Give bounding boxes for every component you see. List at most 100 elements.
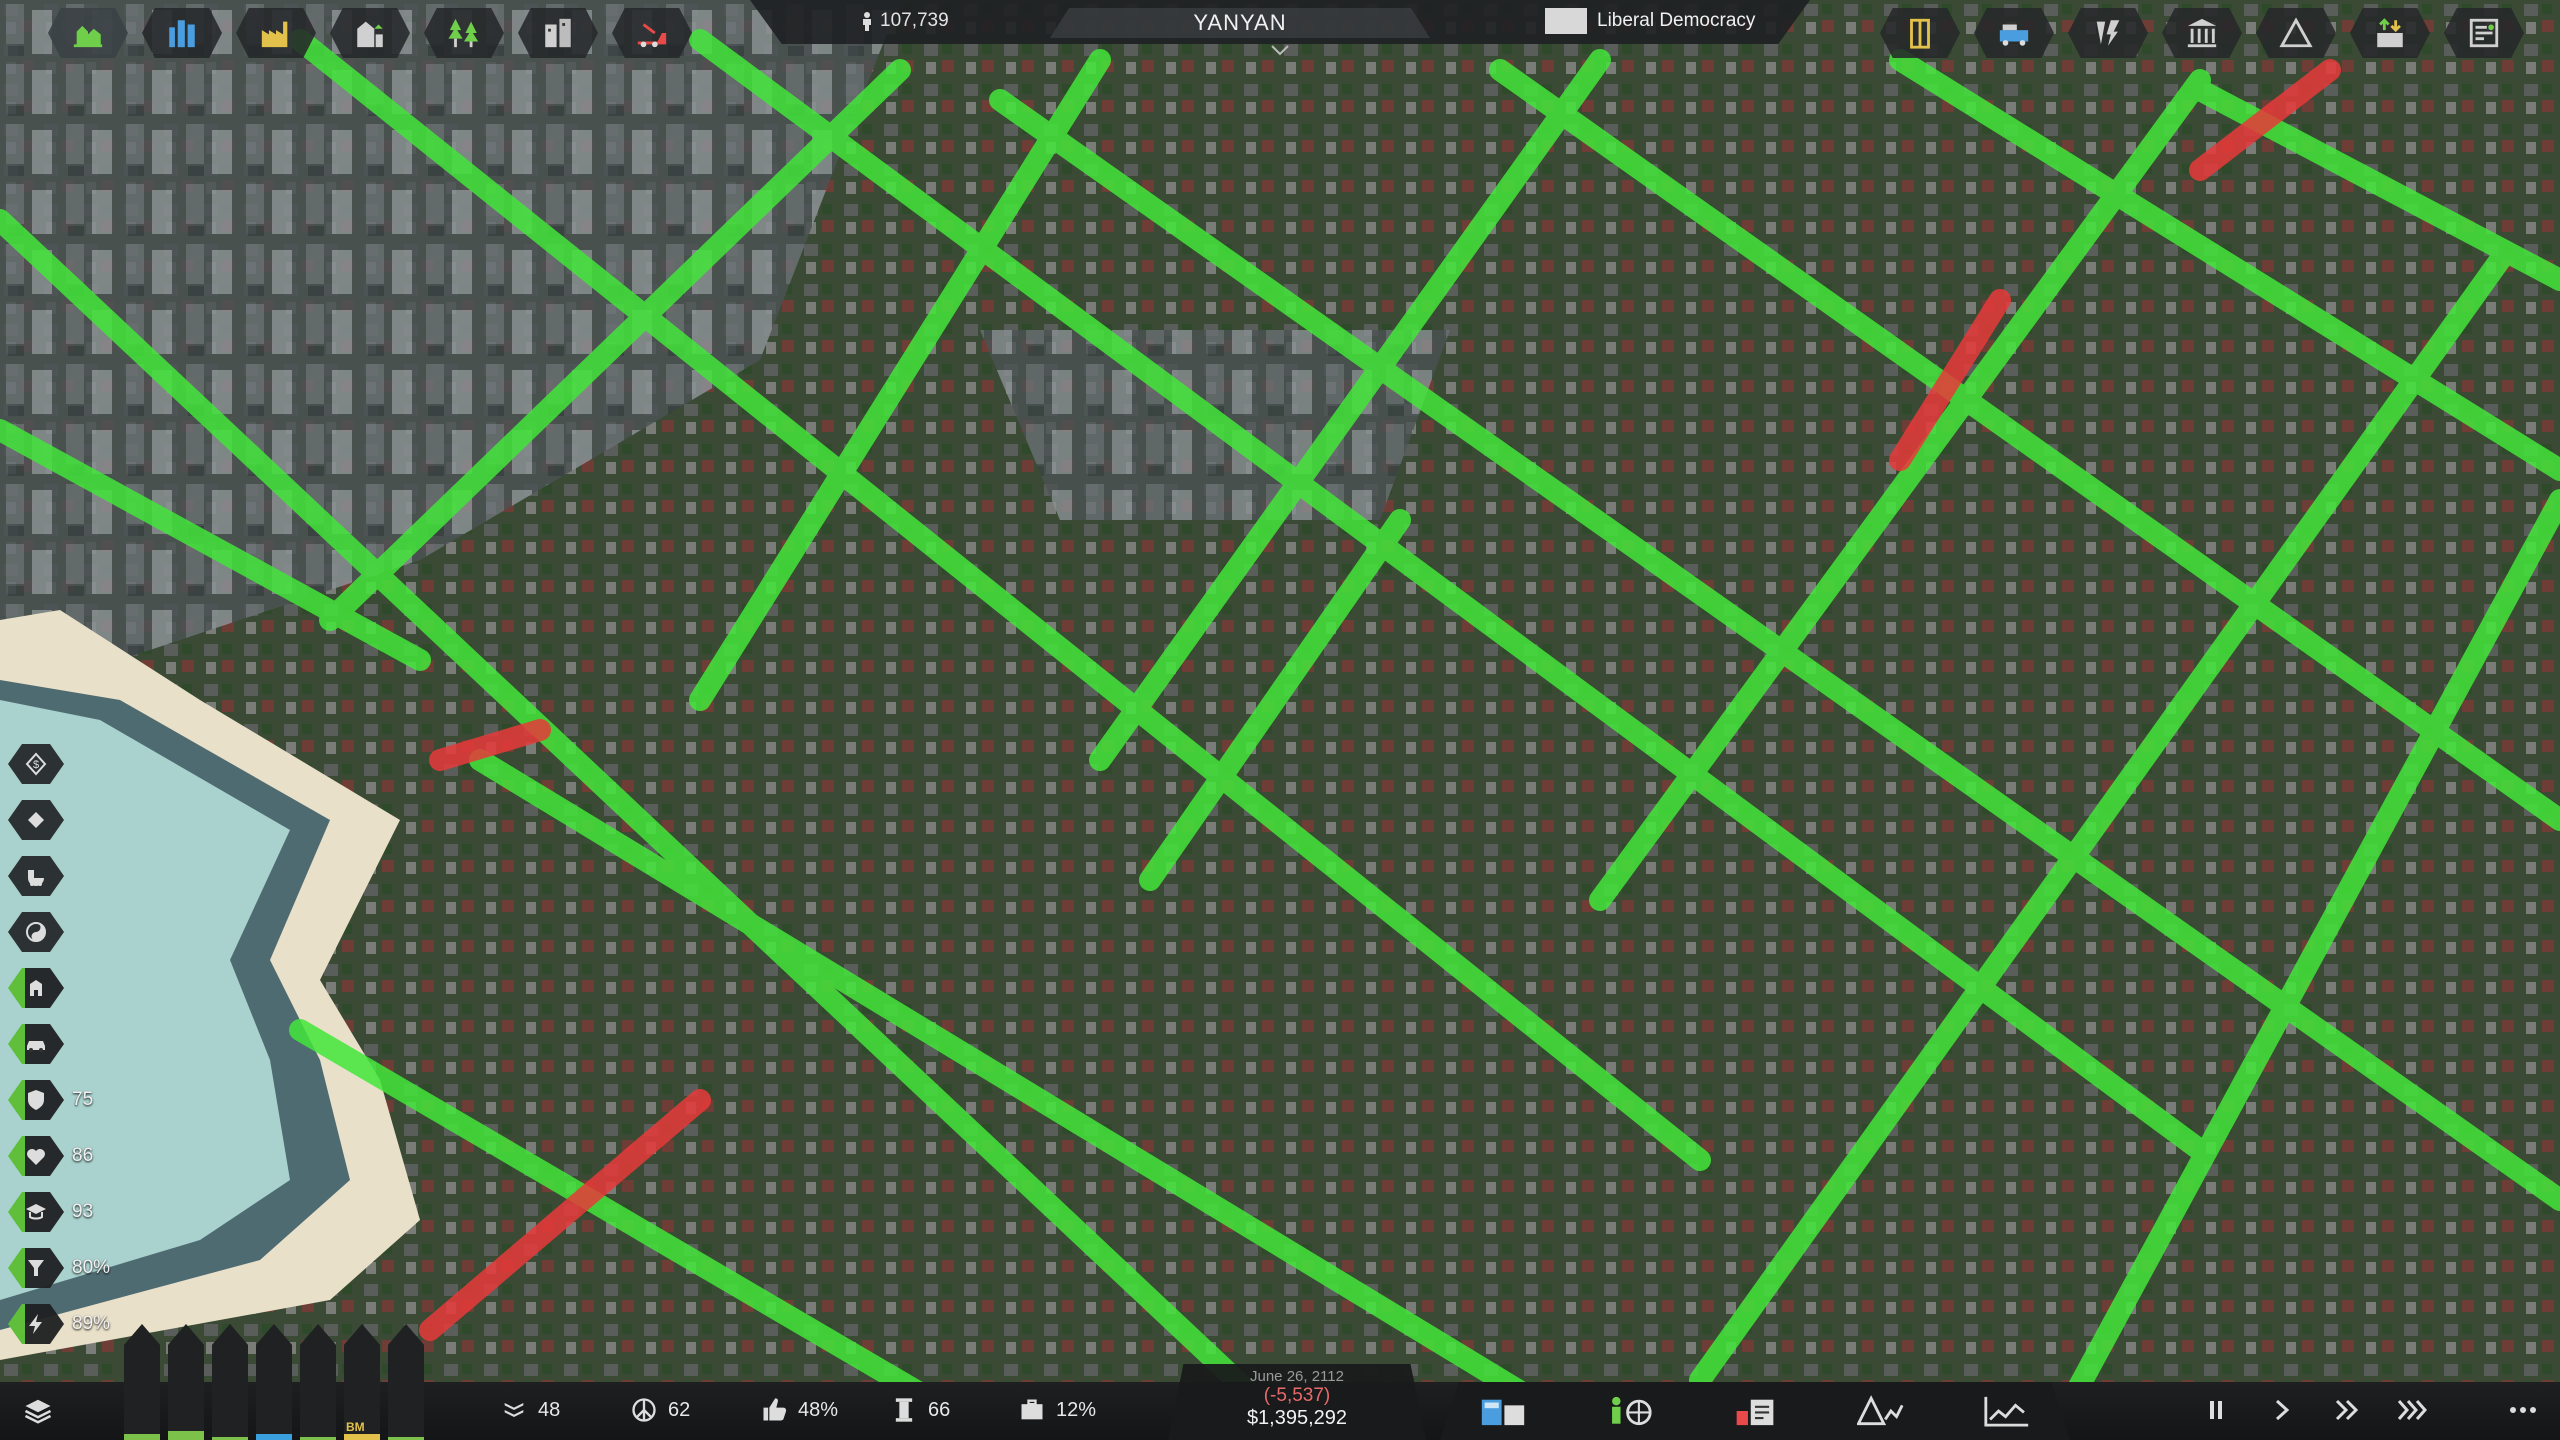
residential-icon (73, 25, 103, 48)
pillar-stat[interactable]: 66 (890, 1396, 950, 1424)
budget-button[interactable] (2444, 8, 2524, 58)
buildings-button[interactable] (518, 8, 598, 58)
politics-button[interactable] (1720, 1389, 1790, 1433)
transport-button[interactable] (1974, 8, 2054, 58)
education-value: 93 (72, 1201, 94, 1222)
parks-button[interactable] (424, 8, 504, 58)
police-value: 75 (72, 1089, 94, 1110)
electricity-value: 89% (72, 1313, 111, 1334)
economy-button[interactable] (1468, 1389, 1538, 1433)
education-button[interactable] (8, 1192, 64, 1232)
immigration-stat[interactable]: 48 (500, 1396, 560, 1424)
approval-stat[interactable]: 48% (760, 1396, 838, 1424)
side-item-manager[interactable] (8, 960, 128, 1016)
demand-bars[interactable] (124, 1318, 424, 1440)
side-item-yinyang[interactable] (8, 904, 128, 960)
car-button[interactable] (8, 1024, 64, 1064)
demand-bar-1[interactable] (168, 1324, 204, 1440)
money-panel[interactable]: June 26, 2112 (-5,537) $1,395,292 (1168, 1364, 1426, 1440)
demand-bar-0[interactable] (124, 1324, 160, 1440)
chevron-down-icon[interactable] (1270, 44, 1290, 56)
bars-label: BM (346, 1420, 365, 1434)
top-left-toolbar (48, 8, 692, 58)
car-icon (27, 1041, 45, 1052)
money-button[interactable]: $ (8, 744, 64, 784)
health-button[interactable] (8, 1136, 64, 1176)
construction-button[interactable] (612, 8, 692, 58)
top-center-panel: 107,739 YANYAN Liberal Democracy (750, 0, 1810, 56)
top-right-toolbar (1880, 8, 2524, 58)
demand-bar-4[interactable] (300, 1324, 336, 1440)
ellipsis-icon (2510, 1407, 2536, 1413)
industrial-icon (261, 21, 288, 48)
layers-button[interactable] (14, 1390, 62, 1432)
water-icon (28, 1260, 44, 1276)
city-map-view[interactable] (0, 0, 2560, 1440)
door-button[interactable] (1880, 8, 1960, 58)
buildings-icon (545, 18, 571, 48)
demand-bar-fill (300, 1436, 336, 1440)
side-item-stroller[interactable] (8, 848, 128, 904)
more-options-button[interactable] (2498, 1392, 2548, 1428)
speed-controls (2190, 1390, 2440, 1430)
side-item-money[interactable]: $ (8, 736, 128, 792)
side-item-diamond[interactable] (8, 792, 128, 848)
power-icon (2096, 20, 2120, 46)
police-button[interactable] (8, 1080, 64, 1120)
city-name[interactable]: YANYAN (1050, 8, 1430, 38)
thumbs-up-icon (763, 1398, 787, 1421)
unemployment-stat[interactable]: 12% (1018, 1396, 1096, 1424)
terrain-tool-button[interactable] (1846, 1389, 1916, 1433)
chart-icon (1984, 1396, 2029, 1427)
demand-bar-3[interactable] (256, 1324, 292, 1440)
speed-1-button[interactable] (2256, 1390, 2308, 1430)
side-item-police[interactable]: 75 (8, 1072, 128, 1128)
door-icon (1910, 18, 1930, 49)
side-item-health[interactable]: 86 (8, 1128, 128, 1184)
population-display[interactable]: 107,739 (860, 10, 949, 32)
residential-button[interactable] (48, 8, 128, 58)
side-item-car[interactable] (8, 1016, 128, 1072)
industrial-button[interactable] (236, 8, 316, 58)
speed-2-button[interactable] (2322, 1390, 2374, 1430)
demand-bar-fill (388, 1436, 424, 1440)
water-value: 80% (72, 1257, 111, 1278)
statistics-button[interactable] (1972, 1389, 2042, 1433)
import-export-button[interactable] (2350, 8, 2430, 58)
peace-value: 62 (668, 1398, 691, 1421)
demand-bar-2[interactable] (212, 1324, 248, 1440)
pillar-icon (895, 1398, 913, 1422)
money-total: $1,395,292 (1246, 1407, 1348, 1429)
pause-button[interactable] (2190, 1390, 2242, 1430)
manager-icon (30, 980, 42, 996)
person-globe-icon (1612, 1396, 1652, 1426)
water-button[interactable] (8, 1248, 64, 1288)
citizens-button[interactable] (1594, 1389, 1664, 1433)
commercial-button[interactable] (142, 8, 222, 58)
ministry-icon (2187, 18, 2217, 48)
speed-3-button[interactable] (2388, 1390, 2440, 1430)
diamond-button[interactable] (8, 800, 64, 840)
power-button[interactable] (2068, 8, 2148, 58)
electricity-button[interactable] (8, 1304, 64, 1344)
play-icon (2275, 1399, 2290, 1421)
side-item-education[interactable]: 93 (8, 1184, 128, 1240)
pillar-value: 66 (928, 1398, 951, 1421)
terrain-tool-icon (1857, 1395, 1904, 1426)
demand-bar-6[interactable] (388, 1324, 424, 1440)
ministry-button[interactable] (2162, 8, 2242, 58)
health-value: 86 (72, 1145, 94, 1166)
yinyang-button[interactable] (8, 912, 64, 952)
terrain-button[interactable] (2256, 8, 2336, 58)
side-item-electricity[interactable]: 89% (8, 1296, 128, 1352)
pause-icon (2210, 1401, 2222, 1419)
government-button[interactable] (330, 8, 410, 58)
side-item-water[interactable]: 80% (8, 1240, 128, 1296)
government-display[interactable]: Liberal Democracy (1545, 8, 1755, 34)
commercial-icon (169, 20, 195, 48)
peace-stat[interactable]: 62 (630, 1396, 690, 1424)
budget-icon (2469, 18, 2499, 48)
stroller-button[interactable] (8, 856, 64, 896)
import-export-icon (2377, 18, 2403, 48)
manager-button[interactable] (8, 968, 64, 1008)
